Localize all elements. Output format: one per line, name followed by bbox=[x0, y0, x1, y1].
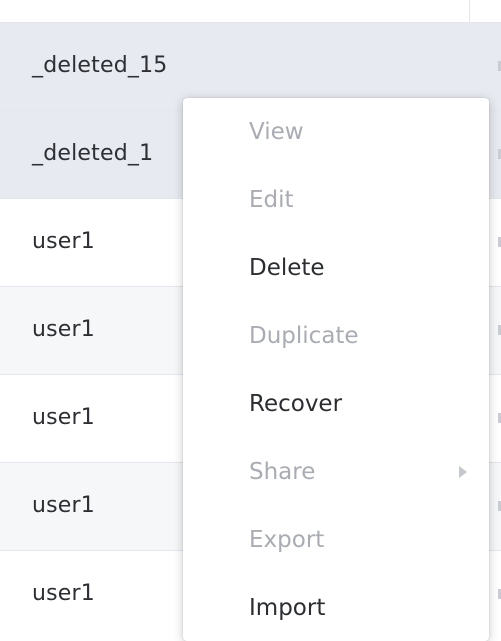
row-name-cell: user1 bbox=[32, 493, 95, 518]
row-name-cell: user1 bbox=[32, 317, 95, 342]
column-divider bbox=[469, 0, 470, 22]
row-name-cell: user1 bbox=[32, 581, 95, 606]
row-name-cell: _deleted_1 bbox=[32, 141, 154, 166]
menu-item-export: Export bbox=[249, 527, 325, 553]
menu-item-edit: Edit bbox=[249, 187, 294, 213]
menu-item-share-label: Share bbox=[249, 459, 316, 485]
menu-item-duplicate: Duplicate bbox=[249, 323, 359, 349]
menu-item-view: View bbox=[249, 119, 304, 145]
context-menu: View Edit Delete Duplicate Recover Share… bbox=[183, 98, 489, 641]
app-viewport: _deleted_15 _deleted_1 user1 user1 user1… bbox=[0, 0, 501, 641]
menu-item-share: Share bbox=[183, 438, 489, 506]
row-name-cell: user1 bbox=[32, 229, 95, 254]
row-name-cell: user1 bbox=[32, 405, 95, 430]
submenu-arrow-icon bbox=[459, 466, 467, 478]
table-header-strip bbox=[0, 0, 501, 22]
menu-item-import[interactable]: Import bbox=[183, 574, 489, 641]
menu-item-delete[interactable]: Delete bbox=[183, 234, 489, 302]
table-row[interactable]: _deleted_15 bbox=[0, 22, 501, 110]
row-name-cell: _deleted_15 bbox=[32, 53, 168, 78]
menu-item-recover[interactable]: Recover bbox=[183, 370, 489, 438]
